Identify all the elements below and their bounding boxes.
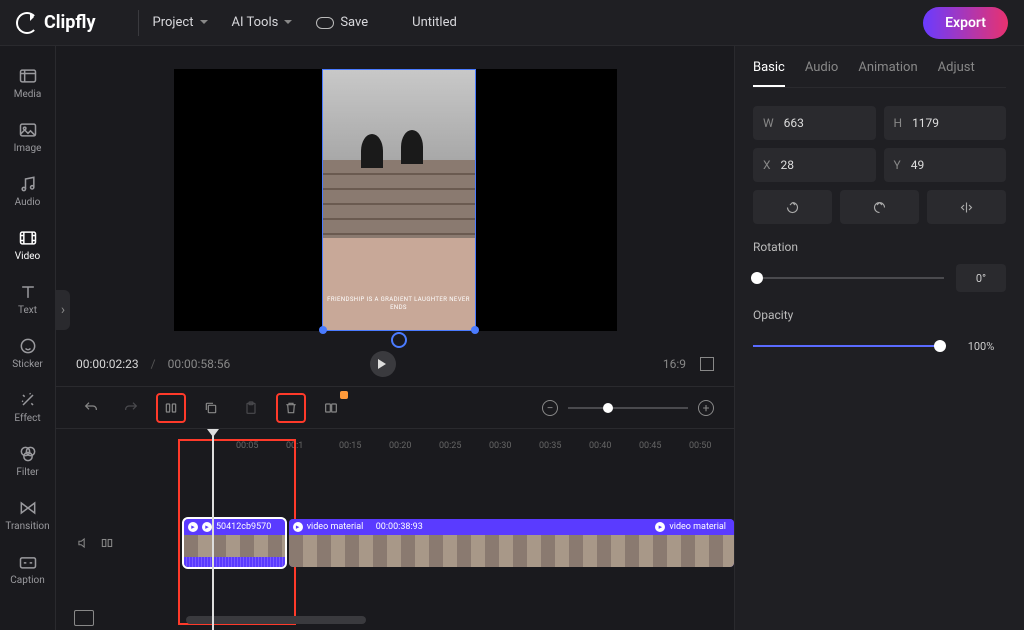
height-field[interactable]: H1179 — [884, 106, 1007, 140]
tab-audio[interactable]: Audio — [805, 60, 838, 87]
menu-project[interactable]: Project — [153, 15, 208, 30]
overlay-text: FRIENDSHIP IS A GRADIENT LAUGHTER NEVER … — [323, 296, 475, 312]
sidebar-item-media[interactable]: Media — [0, 56, 55, 110]
rotate-cw-button[interactable] — [840, 190, 919, 224]
copy-button[interactable] — [196, 393, 226, 423]
width-field[interactable]: W663 — [753, 106, 876, 140]
resize-handle-br[interactable] — [471, 326, 479, 334]
undo-button[interactable] — [76, 393, 106, 423]
clip-type-icon: ▸ — [655, 522, 665, 532]
chevron-down-icon — [200, 20, 208, 28]
sidebar-item-audio[interactable]: Audio — [0, 164, 55, 218]
redo-button[interactable] — [116, 393, 146, 423]
opacity-label: Opacity — [753, 308, 1006, 322]
rotate-ccw-button[interactable] — [753, 190, 832, 224]
app-name: Clipfly — [44, 12, 96, 33]
split-button[interactable] — [156, 393, 186, 423]
clip-type-icon: ▸ — [293, 522, 303, 532]
selected-clip-bounds[interactable]: FRIENDSHIP IS A GRADIENT LAUGHTER NEVER … — [322, 69, 476, 331]
total-time: 00:00:58:56 — [168, 357, 231, 371]
rotation-slider[interactable] — [753, 277, 944, 279]
sidebar-item-caption[interactable]: Caption — [0, 542, 55, 596]
mute-icon[interactable] — [76, 536, 90, 550]
keyboard-icon[interactable] — [74, 610, 94, 626]
timeline[interactable]: 00:05 00:1 00:15 00:20 00:25 00:30 00:35… — [56, 428, 734, 630]
app-logo: Clipfly — [16, 12, 96, 34]
preview-area: FRIENDSHIP IS A GRADIENT LAUGHTER NEVER … — [56, 46, 734, 342]
menu-ai-tools[interactable]: AI Tools — [232, 15, 293, 30]
fullscreen-icon[interactable] — [700, 357, 714, 371]
sidebar-expand-toggle[interactable] — [56, 290, 70, 330]
tab-basic[interactable]: Basic — [753, 60, 785, 87]
sidebar-item-video[interactable]: Video — [0, 218, 55, 272]
clip-type-icon: ▸ — [188, 522, 198, 532]
logo-icon — [16, 12, 38, 34]
project-title[interactable]: Untitled — [412, 15, 457, 30]
paste-button[interactable] — [236, 393, 266, 423]
playhead[interactable] — [212, 429, 214, 630]
export-button[interactable]: Export — [923, 7, 1008, 39]
sidebar-item-text[interactable]: Text — [0, 272, 55, 326]
play-button[interactable] — [370, 351, 396, 377]
rotate-handle[interactable] — [391, 332, 407, 348]
delete-button[interactable] — [276, 393, 306, 423]
tab-adjust[interactable]: Adjust — [938, 60, 975, 87]
aspect-ratio[interactable]: 16:9 — [663, 357, 686, 371]
opacity-slider[interactable] — [753, 345, 944, 347]
divider — [138, 10, 139, 36]
sidebar-item-filter[interactable]: Filter — [0, 434, 55, 488]
timeline-ruler[interactable]: 00:05 00:1 00:15 00:20 00:25 00:30 00:35… — [56, 429, 734, 453]
sidebar-item-sticker[interactable]: Sticker — [0, 326, 55, 380]
y-field[interactable]: Y49 — [884, 148, 1007, 182]
rotation-label: Rotation — [753, 240, 1006, 254]
x-field[interactable]: X28 — [753, 148, 876, 182]
sidebar-item-image[interactable]: Image — [0, 110, 55, 164]
chevron-down-icon — [284, 20, 292, 28]
rotation-value[interactable]: 0° — [956, 264, 1006, 292]
flip-button[interactable] — [927, 190, 1006, 224]
video-track[interactable]: ▸▸50412cb9570 ▸video material 00:00:38:9… — [184, 519, 734, 567]
clip-2[interactable]: ▸video material 00:00:38:93 ▸video mater… — [289, 519, 734, 567]
current-time: 00:00:02:23 — [76, 357, 139, 371]
left-sidebar: Media Image Audio Video Text Sticker Eff… — [0, 46, 56, 630]
resize-handle-bl[interactable] — [319, 326, 327, 334]
zoom-in-button[interactable]: + — [698, 400, 714, 416]
time-separator: / — [151, 357, 156, 371]
zoom-out-button[interactable]: − — [542, 400, 558, 416]
properties-panel: Basic Audio Animation Adjust W663 H1179 … — [734, 46, 1024, 630]
clip-1[interactable]: ▸▸50412cb9570 — [184, 519, 285, 567]
zoom-slider[interactable] — [568, 407, 688, 409]
cloud-icon — [316, 17, 334, 29]
clip-type-icon: ▸ — [202, 522, 212, 532]
tab-animation[interactable]: Animation — [858, 60, 917, 87]
badge-icon — [340, 391, 348, 399]
sidebar-item-effect[interactable]: Effect — [0, 380, 55, 434]
menu-save[interactable]: Save — [316, 15, 368, 30]
sidebar-item-transition[interactable]: Transition — [0, 488, 55, 542]
layout-button[interactable] — [316, 393, 346, 423]
opacity-value: 100% — [956, 332, 1006, 360]
track-view-icon[interactable] — [100, 536, 114, 550]
preview-canvas[interactable]: FRIENDSHIP IS A GRADIENT LAUGHTER NEVER … — [174, 69, 617, 331]
